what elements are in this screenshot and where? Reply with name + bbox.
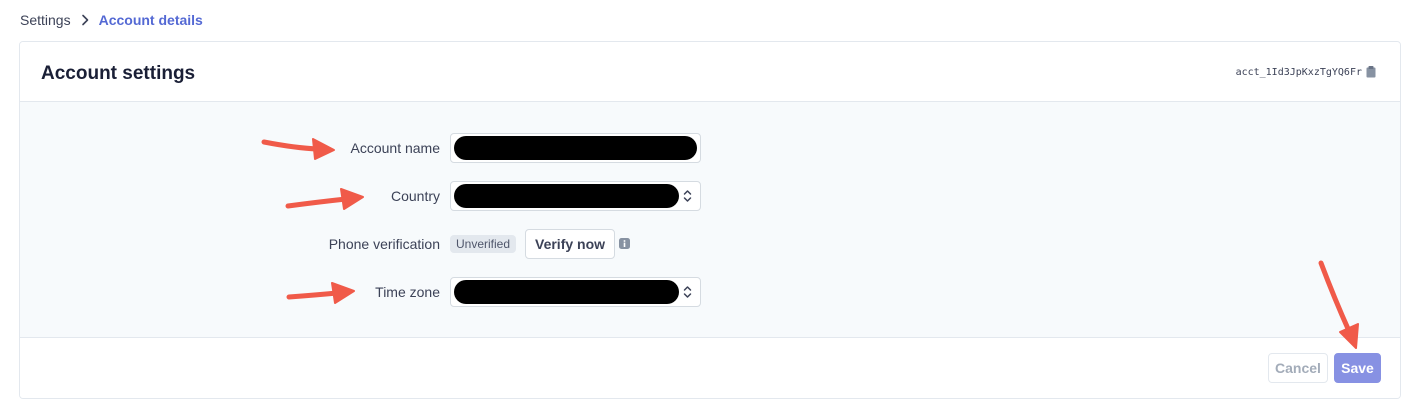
time-zone-value-redacted: [redacted] bbox=[454, 280, 679, 304]
card-footer: Cancel Save bbox=[20, 338, 1400, 398]
info-icon[interactable] bbox=[619, 238, 630, 249]
account-name-value-redacted: [redacted] bbox=[454, 136, 697, 160]
account-name-label: Account name bbox=[350, 140, 441, 156]
cancel-button[interactable]: Cancel bbox=[1268, 353, 1328, 383]
verify-now-button[interactable]: Verify now bbox=[525, 229, 616, 259]
chevron-up-down-icon bbox=[683, 189, 692, 203]
chevron-right-icon bbox=[81, 14, 89, 26]
clipboard-icon[interactable] bbox=[1366, 66, 1376, 78]
time-zone-label: Time zone bbox=[375, 284, 440, 300]
save-button[interactable]: Save bbox=[1334, 353, 1381, 383]
account-name-input[interactable]: [redacted] bbox=[450, 133, 701, 163]
time-zone-row: Time zone [redacted] bbox=[20, 277, 1400, 307]
status-badge: Unverified bbox=[450, 235, 517, 253]
country-value-redacted: [redacted] bbox=[454, 184, 679, 208]
country-row: Country [redacted] bbox=[20, 181, 1400, 211]
page-title: Account settings bbox=[41, 63, 196, 84]
account-id[interactable]: acct_1Id3JpKxzTgYQ6Fr bbox=[1236, 66, 1376, 78]
chevron-up-down-icon bbox=[683, 285, 692, 299]
form-body: Account name [redacted] Country [redacte… bbox=[20, 102, 1400, 338]
breadcrumb-settings-link[interactable]: Settings bbox=[20, 12, 71, 28]
country-label: Country bbox=[390, 188, 440, 204]
account-id-text: acct_1Id3JpKxzTgYQ6Fr bbox=[1235, 66, 1362, 78]
country-select[interactable]: [redacted] bbox=[450, 181, 701, 211]
account-name-row: Account name [redacted] bbox=[20, 133, 1400, 163]
phone-verification-label: Phone verification bbox=[328, 236, 440, 252]
time-zone-select[interactable]: [redacted] bbox=[450, 277, 701, 307]
account-settings-card: Account settings acct_1Id3JpKxzTgYQ6Fr A… bbox=[19, 41, 1401, 399]
breadcrumb: Settings Account details bbox=[20, 11, 203, 29]
phone-verification-row: Phone verification Unverified Verify now bbox=[20, 229, 1400, 259]
card-header: Account settings acct_1Id3JpKxzTgYQ6Fr bbox=[20, 42, 1400, 102]
breadcrumb-current: Account details bbox=[98, 12, 203, 28]
